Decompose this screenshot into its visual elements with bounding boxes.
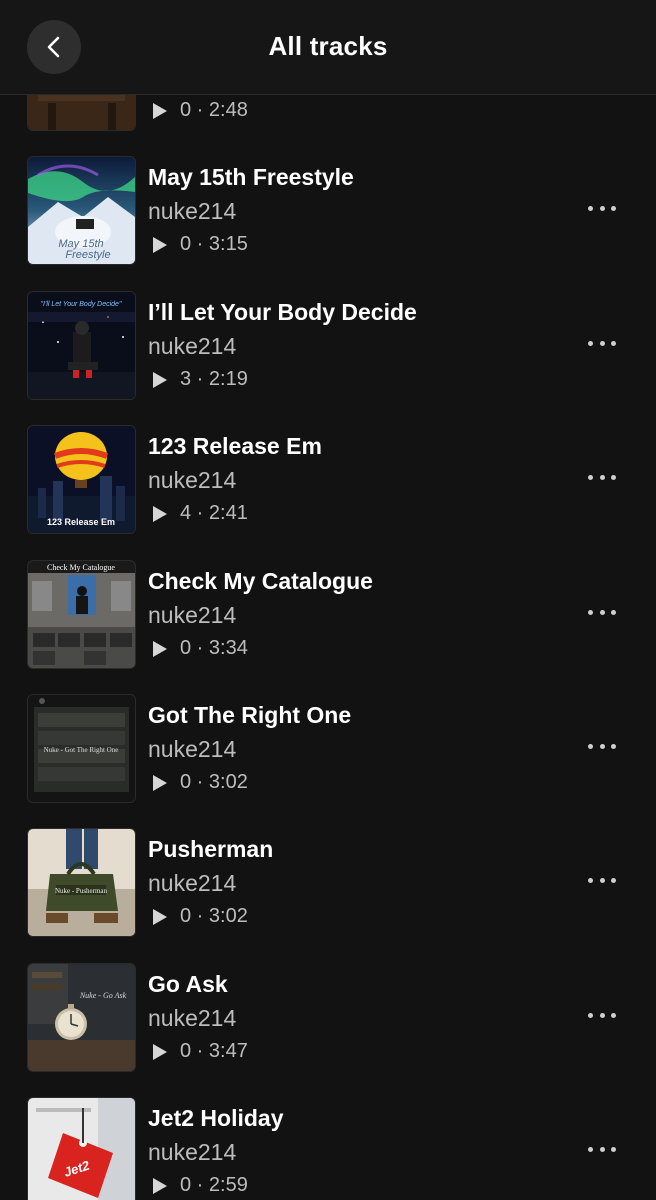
track-meta: 3 · 2:19 xyxy=(152,368,248,391)
track-artwork: 123 Release Em xyxy=(27,425,136,534)
all-tracks-screen: 0 · 2:48 May 15th Freestyle May 15th Fre… xyxy=(0,0,656,1200)
track-artwork: "I'll Let Your Body Decide" xyxy=(27,291,136,400)
play-icon xyxy=(153,371,167,388)
track-meta: 0 · 3:02 xyxy=(152,905,248,928)
more-options-icon[interactable] xyxy=(588,335,616,351)
svg-text:Nuke - Pusherman: Nuke - Pusherman xyxy=(55,887,108,895)
track-artwork: Jet2 xyxy=(27,1097,136,1200)
track-item[interactable]: Nuke - Go Ask Go Ask nuke214 0 · 3:47 xyxy=(0,963,656,1073)
track-plays: 0 xyxy=(180,99,192,121)
track-duration: 3:47 xyxy=(208,1040,248,1062)
track-meta: 0 · 2:59 xyxy=(152,1174,248,1197)
track-meta: 0 · 3:47 xyxy=(152,1040,248,1063)
track-item[interactable]: "I'll Let Your Body Decide" I’ll Let You… xyxy=(0,291,656,401)
svg-text:Nuke - Go Ask: Nuke - Go Ask xyxy=(79,991,127,1000)
track-item[interactable]: Jet2 Jet2 Holiday nuke214 0 · 2:59 xyxy=(0,1097,656,1200)
more-options-icon[interactable] xyxy=(588,469,616,485)
more-options-icon[interactable] xyxy=(588,1007,616,1023)
svg-text:Check My Catalogue: Check My Catalogue xyxy=(47,563,115,572)
track-meta: 4 · 2:41 xyxy=(152,502,248,525)
svg-text:Nuke - Got The Right One: Nuke - Got The Right One xyxy=(44,746,119,754)
track-list: 0 · 2:48 May 15th Freestyle May 15th Fre… xyxy=(0,0,656,1200)
track-artist[interactable]: nuke214 xyxy=(148,333,236,360)
more-options-icon[interactable] xyxy=(588,1141,616,1157)
track-plays: 0 xyxy=(180,233,192,255)
track-duration: 2:41 xyxy=(208,502,248,524)
track-meta: 0 · 3:02 xyxy=(152,771,248,794)
track-title[interactable]: I’ll Let Your Body Decide xyxy=(148,299,417,326)
play-icon xyxy=(153,908,167,925)
track-plays: 4 xyxy=(180,502,192,524)
track-title[interactable]: 123 Release Em xyxy=(148,433,322,460)
track-duration: 2:19 xyxy=(208,368,248,390)
track-title[interactable]: Pusherman xyxy=(148,836,273,863)
track-meta: 0 · 2:48 xyxy=(152,99,248,122)
play-icon xyxy=(153,1043,167,1060)
play-icon xyxy=(153,236,167,253)
svg-text:123 Release Em: 123 Release Em xyxy=(47,517,115,527)
track-plays: 0 xyxy=(180,905,192,927)
track-artist[interactable]: nuke214 xyxy=(148,1005,236,1032)
track-title[interactable]: May 15th Freestyle xyxy=(148,164,354,191)
track-duration: 2:59 xyxy=(208,1174,248,1196)
track-plays: 0 xyxy=(180,1174,192,1196)
track-meta: 0 · 3:34 xyxy=(152,637,248,660)
track-duration: 3:02 xyxy=(208,905,248,927)
track-plays: 0 xyxy=(180,771,192,793)
track-duration: 3:02 xyxy=(208,771,248,793)
track-title[interactable]: Go Ask xyxy=(148,971,228,998)
track-artist[interactable]: nuke214 xyxy=(148,870,236,897)
track-title[interactable]: Jet2 Holiday xyxy=(148,1105,284,1132)
play-icon xyxy=(153,505,167,522)
page-title: All tracks xyxy=(268,31,388,61)
top-bar: All tracks xyxy=(0,0,656,95)
track-artist[interactable]: nuke214 xyxy=(148,602,236,629)
track-artwork: Check My Catalogue xyxy=(27,560,136,669)
track-item[interactable]: Nuke - Got The Right One Got The Right O… xyxy=(0,694,656,804)
track-plays: 0 xyxy=(180,1040,192,1062)
track-title[interactable]: Got The Right One xyxy=(148,702,351,729)
track-plays: 0 xyxy=(180,637,192,659)
more-options-icon[interactable] xyxy=(588,200,616,216)
track-item[interactable]: 123 Release Em 123 Release Em nuke214 4 … xyxy=(0,425,656,535)
more-options-icon[interactable] xyxy=(588,738,616,754)
track-item[interactable]: Check My Catalogue Check My Catalogue nu xyxy=(0,560,656,670)
track-artist[interactable]: nuke214 xyxy=(148,736,236,763)
track-artist[interactable]: nuke214 xyxy=(148,198,236,225)
track-plays: 3 xyxy=(180,368,192,390)
track-artwork: Nuke - Go Ask xyxy=(27,963,136,1072)
more-options-icon[interactable] xyxy=(588,604,616,620)
track-artist[interactable]: nuke214 xyxy=(148,467,236,494)
track-artwork: May 15th Freestyle xyxy=(27,156,136,265)
track-duration: 3:15 xyxy=(208,233,248,255)
track-artist[interactable]: nuke214 xyxy=(148,1139,236,1166)
track-title[interactable]: Check My Catalogue xyxy=(148,568,373,595)
svg-text:"I'll Let Your Body Decide": "I'll Let Your Body Decide" xyxy=(41,301,122,308)
play-icon xyxy=(153,640,167,657)
track-meta: 0 · 3:15 xyxy=(152,233,248,256)
track-duration: 2:48 xyxy=(208,99,248,121)
play-icon xyxy=(153,1177,167,1194)
track-artwork: Nuke - Pusherman xyxy=(27,828,136,937)
track-artwork: Nuke - Got The Right One xyxy=(27,694,136,803)
track-item[interactable]: May 15th Freestyle May 15th Freestyle nu… xyxy=(0,156,656,266)
svg-text:Freestyle: Freestyle xyxy=(65,249,110,261)
track-item[interactable]: Nuke - Pusherman Pusherman nuke214 0 · 3… xyxy=(0,828,656,938)
more-options-icon[interactable] xyxy=(588,872,616,888)
track-duration: 3:34 xyxy=(208,637,248,659)
play-icon xyxy=(153,774,167,791)
play-icon xyxy=(153,102,167,119)
